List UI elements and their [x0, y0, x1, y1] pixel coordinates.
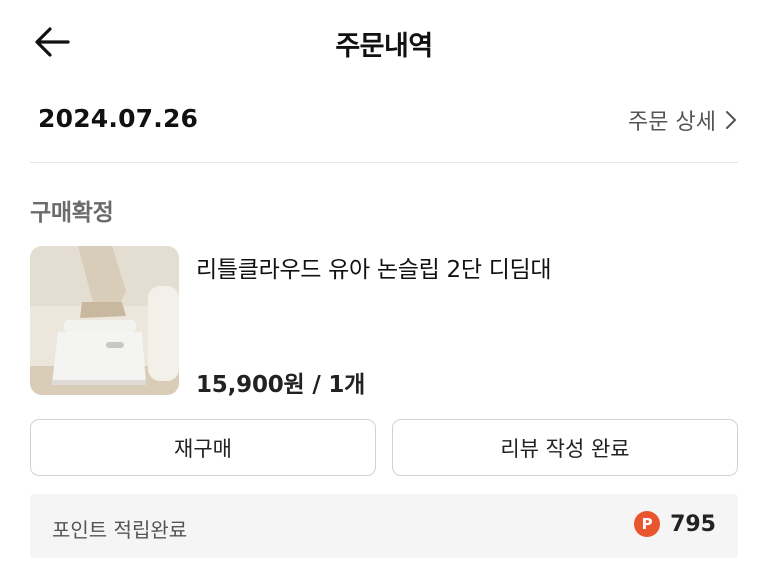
order-detail-link[interactable]: 주문 상세: [628, 104, 738, 136]
product-price-quantity: 15,900원 / 1개: [196, 372, 366, 398]
divider: [30, 162, 738, 163]
order-detail-label: 주문 상세: [628, 110, 716, 135]
points-label: 포인트 적립완료: [52, 518, 188, 542]
app-header: 주문내역: [0, 0, 768, 82]
rebuy-button[interactable]: 재구매: [30, 419, 376, 476]
order-date-row: 2024.07.26 주문 상세: [30, 96, 738, 146]
point-coin-icon: P: [634, 511, 661, 537]
order-date: 2024.07.26: [38, 104, 199, 133]
page-title: 주문내역: [335, 31, 433, 62]
product-image: [30, 246, 179, 395]
points-earned-bar: 포인트 적립완료 P 795: [30, 494, 738, 558]
product-thumbnail[interactable]: [30, 246, 179, 395]
review-complete-button[interactable]: 리뷰 작성 완료: [392, 419, 738, 476]
order-status: 구매확정: [30, 200, 114, 226]
points-value: 795: [670, 511, 716, 537]
points-amount: P 795: [634, 511, 716, 537]
chevron-right-icon: [726, 111, 736, 129]
product-name[interactable]: 리틀클라우드 유아 논슬립 2단 디딤대: [196, 250, 552, 284]
